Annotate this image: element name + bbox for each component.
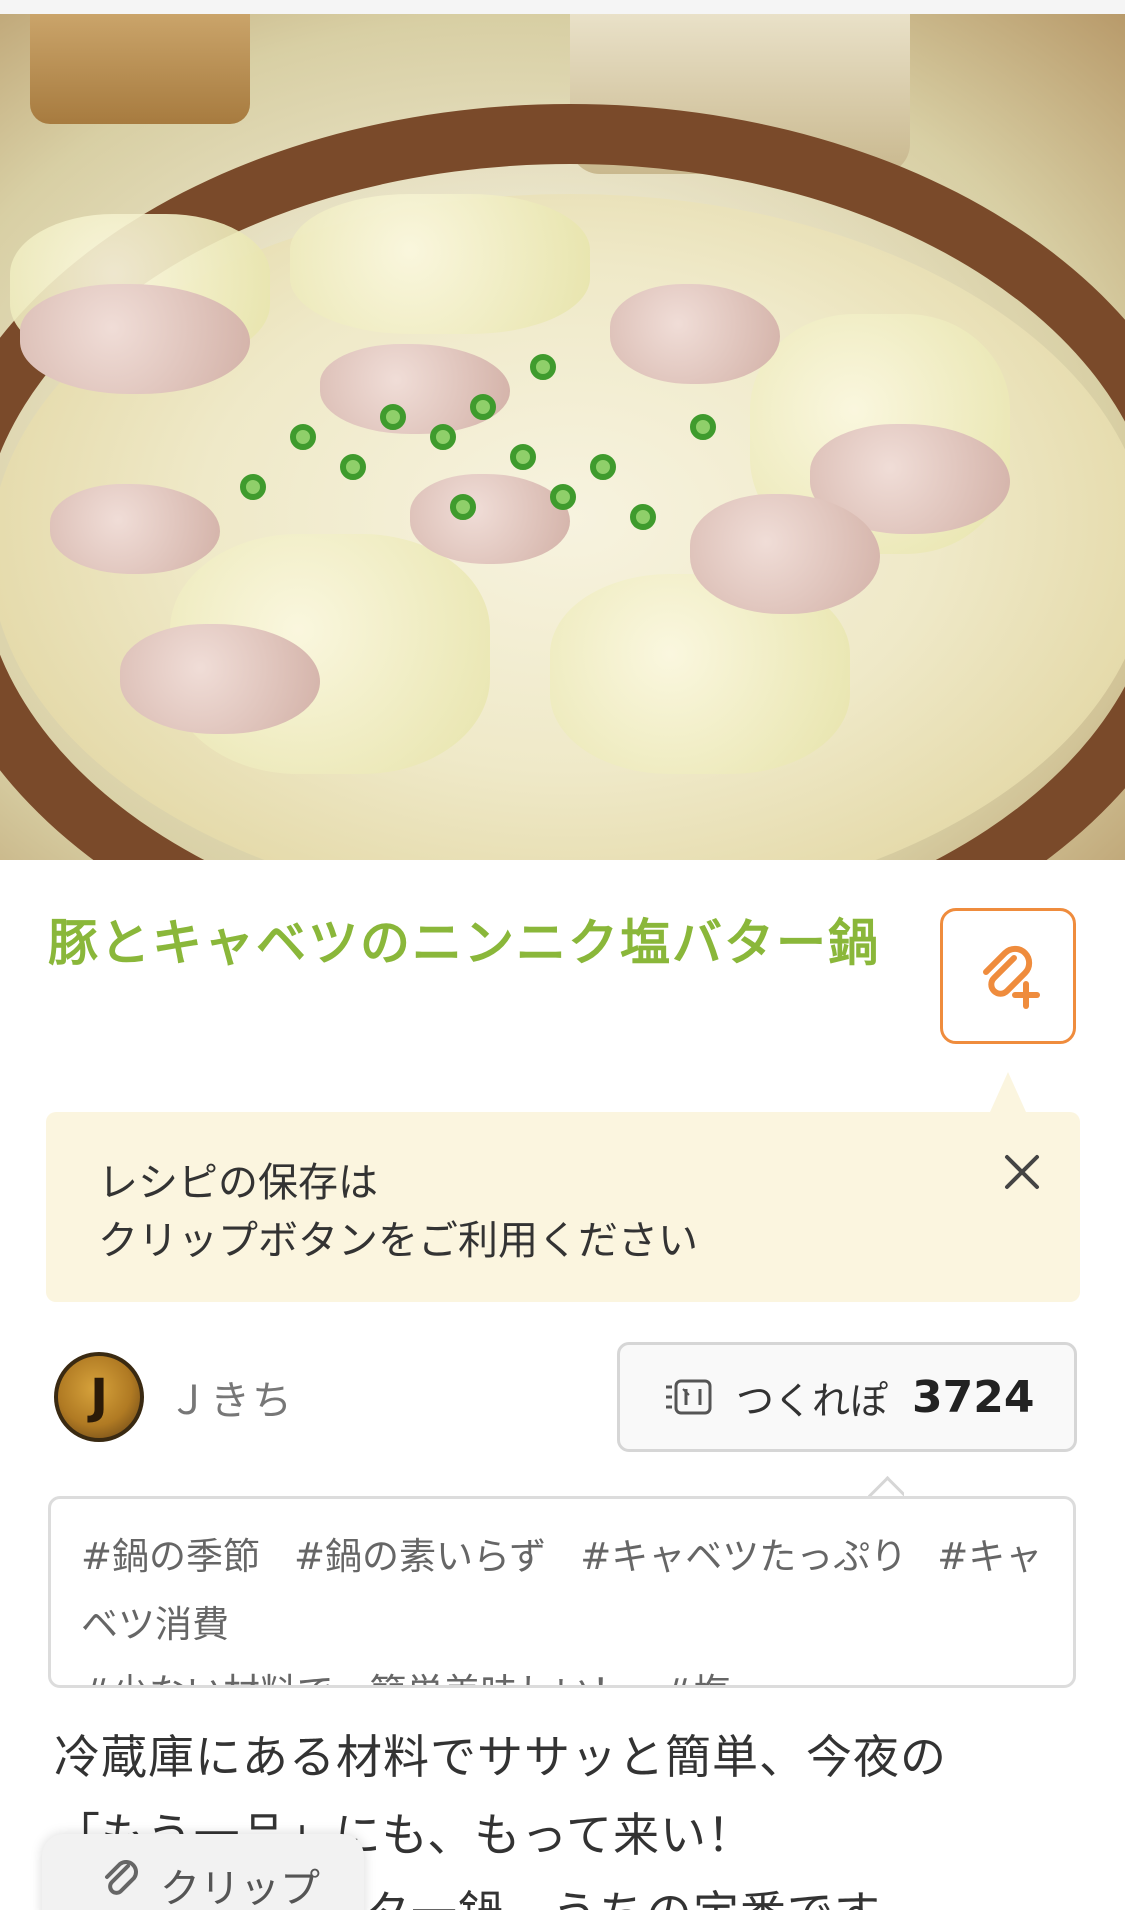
pork-slice <box>120 624 320 734</box>
green-onion <box>430 424 456 450</box>
green-onion <box>630 504 656 530</box>
clip-plus-icon <box>983 945 1040 1009</box>
background-bottle <box>30 14 250 124</box>
green-onion <box>590 454 616 480</box>
paperclip-icon <box>105 1860 138 1895</box>
pork-slice <box>320 344 510 434</box>
recipe-photo <box>0 14 1125 860</box>
tooltip-line-2: クリップボタンをご利用ください <box>98 1218 698 1264</box>
tags-arrow <box>868 1472 904 1498</box>
recipe-title: 豚とキャベツのニンニク塩バター鍋 <box>48 914 880 972</box>
green-onion <box>690 414 716 440</box>
recipe-title-area: 豚とキャベツのニンニク塩バター鍋 <box>48 905 918 981</box>
cabbage-piece <box>290 194 590 334</box>
hashtag[interactable]: #塩… <box>663 1671 768 1685</box>
hashtag-list: #鍋の季節#鍋の素いらず#キャベツたっぷり#キャベツ消費 #少ない材料で、簡単美… <box>48 1496 1076 1688</box>
pork-slice <box>20 284 250 394</box>
author-link[interactable]: J Ｊきち <box>54 1352 294 1442</box>
green-onion <box>450 494 476 520</box>
hashtag[interactable]: #鍋の季節 <box>81 1535 260 1578</box>
tooltip-line-1: レシピの保存は <box>98 1160 378 1206</box>
author-name[interactable]: Ｊきち <box>168 1368 294 1426</box>
bottom-clip-label: クリップ <box>160 1866 320 1910</box>
author-avatar[interactable]: J <box>54 1352 144 1442</box>
green-onion <box>380 404 406 430</box>
tsukurepo-count: 3724 <box>912 1371 1035 1423</box>
green-onion <box>530 354 556 380</box>
avatar-letter: J <box>90 1369 108 1425</box>
tooltip-text: レシピの保存は クリップボタンをご利用ください <box>98 1154 698 1270</box>
hashtag[interactable]: #キャベツたっぷり <box>580 1535 907 1578</box>
tooltip-arrow <box>990 1072 1026 1112</box>
tsukurepo-label: つくれぽ <box>736 1378 889 1423</box>
green-onion <box>240 474 266 500</box>
tsukurepo-icon <box>666 1379 712 1415</box>
green-onion <box>470 394 496 420</box>
close-icon <box>1005 1155 1039 1189</box>
clip-hint-tooltip: レシピの保存は クリップボタンをご利用ください <box>46 1112 1080 1302</box>
pot-contents <box>0 194 1125 860</box>
hashtag[interactable]: #少ない材料で、簡単美味しい！ <box>81 1671 629 1685</box>
tooltip-close-button[interactable] <box>992 1142 1052 1202</box>
green-onion <box>550 484 576 510</box>
hashtag[interactable]: #鍋の素いらず <box>294 1535 546 1578</box>
pork-slice <box>410 474 570 564</box>
pork-slice <box>50 484 220 574</box>
green-onion <box>510 444 536 470</box>
tsukurepo-button[interactable]: つくれぽ 3724 <box>617 1342 1077 1452</box>
green-onion <box>340 454 366 480</box>
pork-slice <box>610 284 780 384</box>
green-onion <box>290 424 316 450</box>
bottom-clip-button[interactable]: クリップ <box>42 1834 364 1910</box>
pork-slice <box>690 494 880 614</box>
top-strip <box>0 0 1125 14</box>
clip-add-button[interactable] <box>940 908 1076 1044</box>
description-line-1: 冷蔵庫にある材料でササッと簡単、今夜の <box>54 1730 947 1784</box>
